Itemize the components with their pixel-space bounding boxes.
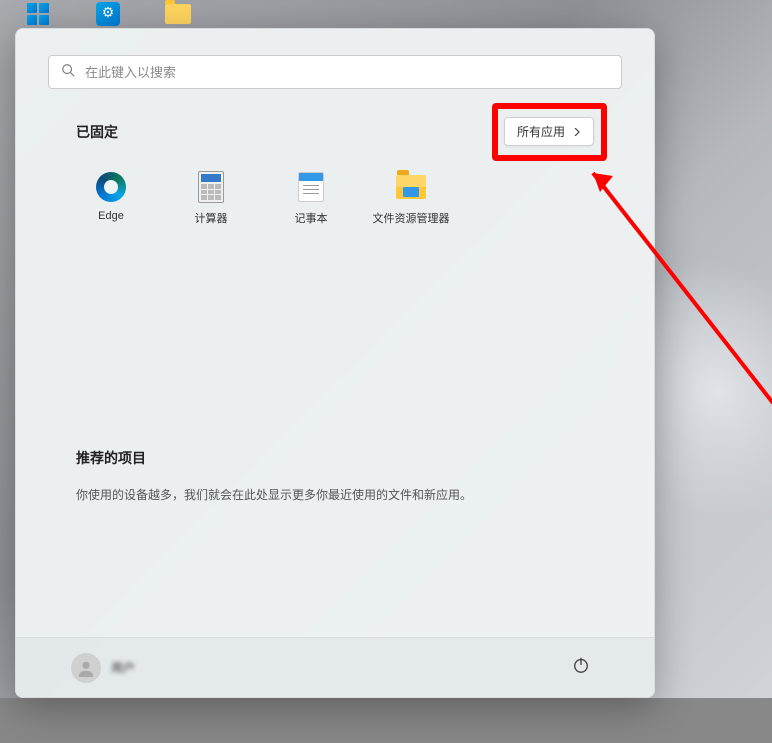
app-tile-notepad[interactable]: 记事本 (266, 169, 356, 228)
start-menu-footer: 用户 (16, 637, 654, 697)
app-label: 记事本 (295, 210, 328, 226)
pinned-section-title: 已固定 (76, 122, 118, 142)
power-button[interactable] (563, 650, 599, 686)
settings-taskbar-icon[interactable] (88, 0, 128, 28)
username-label: 用户 (111, 659, 135, 676)
app-label: 计算器 (195, 210, 228, 226)
app-label: Edge (98, 210, 124, 222)
recommended-section-title: 推荐的项目 (76, 448, 594, 468)
avatar-icon (71, 653, 101, 683)
start-icon[interactable] (18, 0, 58, 28)
all-apps-button[interactable]: 所有应用 (504, 117, 594, 146)
all-apps-label: 所有应用 (517, 123, 565, 140)
notepad-icon (295, 171, 327, 203)
start-menu-panel: 已固定 所有应用 Edge 计算器 记事本 文件资源管理器 推荐的项目 (15, 28, 655, 698)
app-tile-calculator[interactable]: 计算器 (166, 169, 256, 228)
edge-icon (95, 171, 127, 203)
calculator-icon (195, 171, 227, 203)
app-tile-file-explorer[interactable]: 文件资源管理器 (366, 169, 456, 228)
app-label: 文件资源管理器 (373, 210, 450, 226)
taskbar-top-icons (0, 0, 198, 28)
pinned-apps-grid: Edge 计算器 记事本 文件资源管理器 (16, 161, 654, 228)
explorer-taskbar-icon[interactable] (158, 0, 198, 28)
app-tile-edge[interactable]: Edge (66, 169, 156, 228)
chevron-right-icon (573, 125, 581, 139)
power-icon (572, 656, 590, 679)
user-account-button[interactable]: 用户 (71, 653, 135, 683)
search-icon (61, 63, 75, 82)
search-box[interactable] (48, 55, 622, 89)
file-explorer-icon (395, 171, 427, 203)
recommended-empty-text: 你使用的设备越多，我们就会在此处显示更多你最近使用的文件和新应用。 (76, 486, 594, 503)
search-input[interactable] (85, 65, 609, 80)
